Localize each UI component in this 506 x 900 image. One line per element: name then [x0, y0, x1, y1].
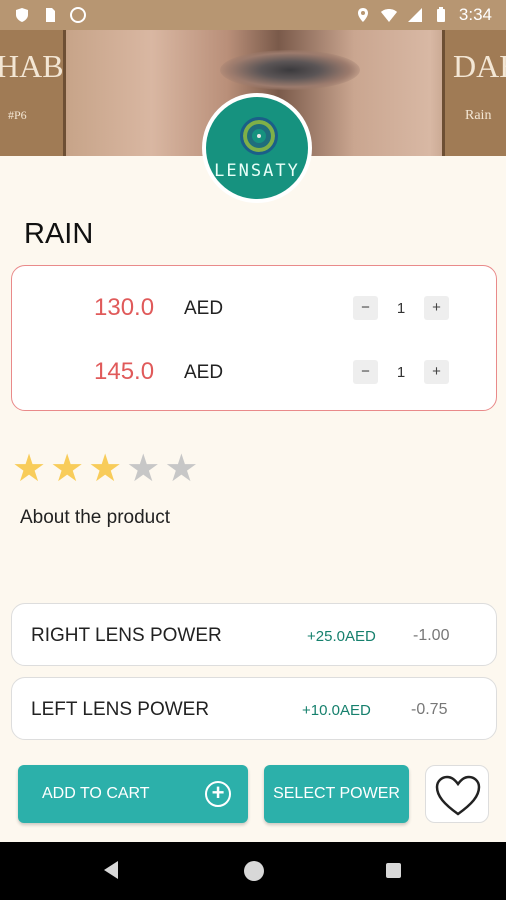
decrease-quantity-button[interactable]: − — [353, 360, 378, 384]
recents-icon[interactable] — [386, 863, 401, 878]
lens-power-value: -1.00 — [413, 627, 450, 644]
right-lens-power-card[interactable]: RIGHT LENS POWER +25.0AED -1.00 — [11, 603, 497, 666]
status-time: 3:34 — [458, 5, 492, 24]
signal-icon — [407, 8, 422, 22]
location-icon — [357, 8, 368, 22]
increase-quantity-button[interactable]: + — [424, 360, 449, 384]
battery-icon — [436, 7, 445, 22]
lens-power-extra-cost: +10.0AED — [302, 702, 371, 719]
banner-sub-right: Rain — [465, 108, 492, 123]
banner-box-left: HAB #P6 — [0, 30, 66, 156]
logo-text: LENSATY — [214, 161, 300, 181]
star-icon[interactable]: ★ — [126, 450, 160, 488]
wishlist-button[interactable] — [425, 765, 489, 823]
brand-logo: LENSATY — [202, 93, 312, 203]
quantity-value: 1 — [396, 299, 406, 317]
star-icon[interactable]: ★ — [164, 450, 198, 488]
select-power-button[interactable]: SELECT POWER — [264, 765, 409, 823]
banner-brand-right: DAH — [453, 48, 506, 84]
lens-power-label: RIGHT LENS POWER — [31, 625, 222, 646]
circle-icon — [70, 7, 86, 23]
status-bar: 3:34 — [0, 0, 506, 30]
banner-sub-left: #P6 — [8, 108, 27, 122]
lens-power-value: -0.75 — [411, 701, 448, 718]
star-icon[interactable]: ★ — [12, 450, 46, 488]
wifi-icon — [380, 9, 397, 22]
system-nav-bar — [0, 842, 506, 900]
increase-quantity-button[interactable]: + — [424, 296, 449, 320]
about-product-label[interactable]: About the product — [20, 507, 170, 529]
price-row: 145.0 AED − 1 + — [12, 352, 498, 392]
banner-brand-left: HAB — [0, 48, 64, 84]
decrease-quantity-button[interactable]: − — [353, 296, 378, 320]
lens-power-label: LEFT LENS POWER — [31, 699, 210, 720]
star-icon[interactable]: ★ — [88, 450, 122, 488]
price-options-box: 130.0 AED − 1 + 145.0 AED − 1 + — [11, 265, 497, 411]
lens-icon — [240, 117, 278, 155]
lens-power-extra-cost: +25.0AED — [307, 628, 376, 645]
banner-box-right: DAH Rain — [442, 30, 506, 156]
left-lens-power-card[interactable]: LEFT LENS POWER +10.0AED -0.75 — [11, 677, 497, 740]
add-to-cart-button[interactable]: ADD TO CART + — [18, 765, 248, 823]
price-row: 130.0 AED − 1 + — [12, 288, 498, 328]
star-icon[interactable]: ★ — [50, 450, 84, 488]
sim-card-icon — [46, 8, 55, 22]
price-amount: 145.0 — [94, 358, 155, 385]
quantity-stepper: − 1 + — [353, 296, 449, 320]
add-to-cart-label: ADD TO CART — [42, 785, 150, 802]
quantity-value: 1 — [396, 363, 406, 381]
eye-image — [220, 50, 360, 90]
heart-icon — [435, 775, 481, 816]
product-title: RAIN — [24, 218, 94, 250]
rating-stars: ★ ★ ★ ★ ★ — [12, 450, 198, 488]
quantity-stepper: − 1 + — [353, 360, 449, 384]
home-icon[interactable] — [244, 861, 264, 881]
shield-icon — [16, 8, 28, 22]
price-amount: 130.0 — [94, 294, 155, 321]
add-circle-icon: + — [205, 781, 231, 807]
price-currency: AED — [184, 298, 224, 319]
price-currency: AED — [184, 362, 224, 383]
back-icon[interactable] — [104, 861, 118, 879]
logo-circle: LENSATY — [206, 97, 308, 199]
